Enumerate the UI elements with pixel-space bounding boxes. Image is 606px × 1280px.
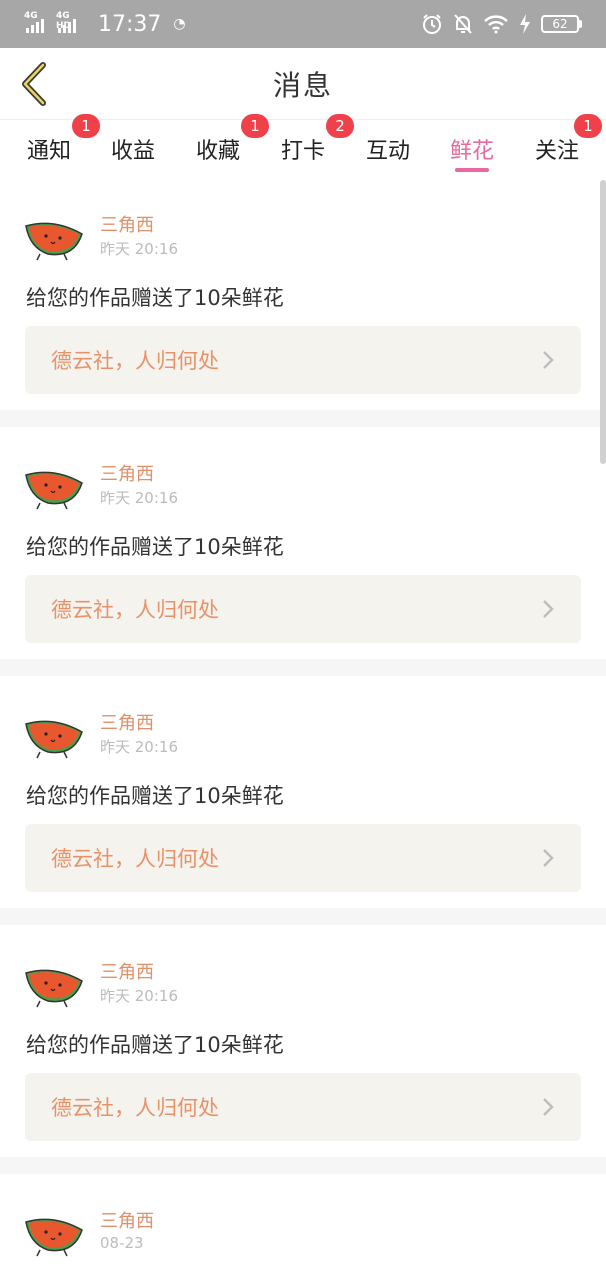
- work-title: 德云社，人归何处: [51, 598, 219, 622]
- signal-icon: 4G: [24, 11, 50, 35]
- chevron-right-icon: [543, 600, 554, 618]
- sender-name[interactable]: 三角西: [100, 1207, 154, 1233]
- sender-name[interactable]: 三角西: [100, 211, 154, 237]
- tab-interaction[interactable]: 互动: [361, 120, 415, 178]
- chevron-right-icon: [543, 1098, 554, 1116]
- tab-favorites[interactable]: 收藏 1: [191, 114, 269, 178]
- watermelon-avatar-icon[interactable]: [24, 1210, 84, 1258]
- sender-name[interactable]: 三角西: [100, 460, 154, 486]
- unread-badge: 1: [574, 114, 602, 138]
- page-title: 消息: [272, 68, 333, 102]
- tab-label: 互动: [365, 139, 410, 164]
- tab-label: 打卡: [280, 139, 325, 164]
- charging-icon: [520, 14, 530, 34]
- tab-label: 鲜花: [449, 139, 494, 164]
- unread-badge: 1: [241, 114, 269, 138]
- watermelon-avatar-icon[interactable]: [24, 214, 84, 262]
- battery-level: 62: [541, 15, 579, 33]
- tab-label: 通知: [26, 139, 71, 164]
- work-title: 德云社，人归何处: [51, 847, 219, 871]
- wifi-icon: [484, 15, 508, 34]
- sender-name[interactable]: 三角西: [100, 958, 154, 984]
- message-content: 给您的作品赠送了10朵鲜花: [26, 1033, 284, 1057]
- scrollbar[interactable]: [600, 180, 606, 464]
- message-content: 给您的作品赠送了10朵鲜花: [26, 286, 284, 310]
- top-nav-bar: 消息: [0, 48, 606, 120]
- message-time: 昨天 20:16: [100, 489, 178, 507]
- sender-name[interactable]: 三角西: [100, 709, 154, 735]
- tab-follow[interactable]: 关注 1: [530, 114, 602, 178]
- message-list: 三角西 昨天 20:16 给您的作品赠送了10朵鲜花 德云社，人归何处 三角西 …: [0, 178, 606, 1280]
- work-title: 德云社，人归何处: [51, 1096, 219, 1120]
- work-link[interactable]: 德云社，人归何处: [25, 575, 581, 643]
- message-time: 昨天 20:16: [100, 240, 178, 258]
- message-card[interactable]: 三角西 昨天 20:16 给您的作品赠送了10朵鲜花 德云社，人归何处: [0, 925, 606, 1157]
- message-time: 08-23: [100, 1234, 144, 1252]
- chevron-left-icon: [22, 62, 46, 106]
- chevron-right-icon: [543, 351, 554, 369]
- work-link[interactable]: 德云社，人归何处: [25, 326, 581, 394]
- tab-flowers[interactable]: 鲜花: [445, 120, 499, 178]
- message-content: 给您的作品赠送了10朵鲜花: [26, 535, 284, 559]
- work-link[interactable]: 德云社，人归何处: [25, 1073, 581, 1141]
- message-content: 给您的作品赠送了10朵鲜花: [26, 784, 284, 808]
- work-title: 德云社，人归何处: [51, 349, 219, 373]
- battery-icon: 62: [541, 15, 582, 33]
- signal-icon-2: 4G HD: [56, 11, 86, 35]
- message-card[interactable]: 三角西 昨天 20:16 给您的作品赠送了10朵鲜花 德云社，人归何处: [0, 676, 606, 908]
- tab-earnings[interactable]: 收益: [106, 120, 160, 178]
- work-link[interactable]: 德云社，人归何处: [25, 824, 581, 892]
- message-card[interactable]: 三角西 08-23: [0, 1174, 606, 1280]
- unread-badge: 2: [326, 114, 354, 138]
- tab-label: 收益: [110, 139, 155, 164]
- mute-notifications-icon: [454, 14, 472, 34]
- tab-label: 收藏: [195, 139, 240, 164]
- tab-checkin[interactable]: 打卡 2: [276, 114, 354, 178]
- message-card[interactable]: 三角西 昨天 20:16 给您的作品赠送了10朵鲜花 德云社，人归何处: [0, 178, 606, 410]
- notification-indicator-icon: ◔: [173, 16, 186, 32]
- message-category-tabs: 通知 1 收益 收藏 1 打卡 2 互动 鲜花 关注 1: [0, 114, 606, 178]
- active-tab-indicator: [455, 168, 489, 172]
- status-bar: 4G 4G HD 17:37 ◔ 62: [0, 0, 606, 48]
- unread-badge: 1: [72, 114, 100, 138]
- message-time: 昨天 20:16: [100, 987, 178, 1005]
- back-button[interactable]: [14, 62, 54, 106]
- watermelon-avatar-icon[interactable]: [24, 712, 84, 760]
- alarm-icon: [423, 14, 441, 34]
- chevron-right-icon: [543, 849, 554, 867]
- clock: 17:37: [98, 11, 162, 37]
- tab-notice[interactable]: 通知 1: [22, 114, 100, 178]
- watermelon-avatar-icon[interactable]: [24, 463, 84, 511]
- tab-label: 关注: [534, 139, 579, 164]
- message-time: 昨天 20:16: [100, 738, 178, 756]
- message-card[interactable]: 三角西 昨天 20:16 给您的作品赠送了10朵鲜花 德云社，人归何处: [0, 427, 606, 659]
- watermelon-avatar-icon[interactable]: [24, 961, 84, 1009]
